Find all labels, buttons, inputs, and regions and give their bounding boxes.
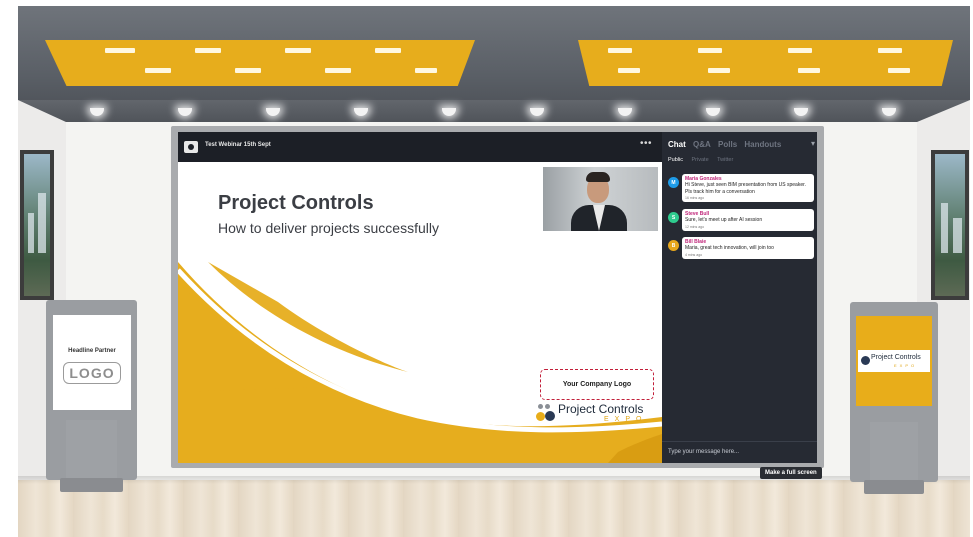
message-bubble: Steve Bull Sure, let's meet up after AI … [682,209,814,231]
presenter-hair [586,172,610,182]
avatar: M [668,177,679,188]
avatar: B [668,240,679,251]
webinar-header: Test Webinar 15th Sept ••• [178,132,662,162]
ceiling-light-panel-right [578,40,953,86]
window-cityscape-right [931,150,969,300]
message-bubble: Bill Blaie Maria, great tech innovation,… [682,237,814,259]
tab-qa[interactable]: Q&A [693,140,711,149]
expo-brand-tagline: EXPO [894,363,918,368]
message-text: Maria, great tech innovation, will join … [685,245,774,251]
kiosk-stand [870,422,918,482]
message-text: Hi Steve, just seen BIM presentation fro… [685,182,806,195]
webinar-player[interactable]: Test Webinar 15th Sept ••• Project Contr… [178,132,817,463]
message-text: Sure, let's meet up after AI session [685,217,763,223]
kiosk-base [60,478,123,492]
presentation-slide: Project Controls How to deliver projects… [178,162,662,463]
wooden-floor [18,480,970,537]
company-logo-placeholder: Your Company Logo [540,369,654,400]
kiosk-screen: Headline Partner LOGO [53,315,131,410]
more-options-icon[interactable]: ••• [640,138,652,149]
chat-tabs: Chat Q&A Polls Handouts [668,140,786,149]
chat-panel: Chat Q&A Polls Handouts ▾ Public Private… [662,132,817,463]
chat-collapse-icon[interactable]: ▾ [811,139,815,148]
subtab-private[interactable]: Private [692,157,709,163]
expo-brand-name: Project Controls [871,354,921,361]
kiosk-screen: Project Controls EXPO [856,316,932,406]
virtual-expo-hall: Test Webinar 15th Sept ••• Project Contr… [0,0,973,537]
expo-logo-badge: Project Controls EXPO [858,350,930,372]
window-cityscape-left [20,150,54,300]
subtab-public[interactable]: Public [668,157,683,163]
project-controls-expo-logo: Project Controls EXPO [536,402,658,428]
webinar-title: Test Webinar 15th Sept [205,142,271,148]
tab-handouts[interactable]: Handouts [744,140,781,149]
headline-partner-label: Headline Partner [68,348,116,354]
kiosk-project-controls-expo[interactable]: Project Controls EXPO [850,302,938,494]
message-bubble: Maria Gonzales Hi Steve, just seen BIM p… [682,174,814,202]
kiosk-headline-partner[interactable]: Headline Partner LOGO [46,300,137,492]
tab-polls[interactable]: Polls [718,140,737,149]
chat-input-placeholder: Type your message here... [668,449,740,455]
presenter-video[interactable] [543,167,658,231]
expo-logo-mark-icon [861,356,870,365]
avatar: S [668,212,679,223]
chat-message-input[interactable]: Type your message here... [662,441,817,463]
expo-brand-name: Project Controls [558,402,644,416]
partner-logo-placeholder: LOGO [63,362,121,384]
message-time: 4 mins ago [685,252,703,257]
slide-subtitle: How to deliver projects successfully [218,220,439,236]
kiosk-base [864,480,924,494]
message-time: 12 mins ago [685,224,705,229]
subtab-twitter[interactable]: Twitter [717,157,733,163]
slide-title: Project Controls [218,192,374,214]
fullscreen-tooltip[interactable]: Make a full screen [760,467,822,479]
floor-shadow [18,476,970,484]
expo-logo-mark-icon [536,404,556,424]
ceiling-light-panel-left [45,40,475,86]
camera-icon [184,141,198,153]
expo-brand-tagline: EXPO [604,416,648,423]
tab-chat[interactable]: Chat [668,140,686,149]
message-time: 16 mins ago [685,196,705,200]
kiosk-stand [66,420,117,480]
chat-subtabs: Public Private Twitter [668,157,740,163]
